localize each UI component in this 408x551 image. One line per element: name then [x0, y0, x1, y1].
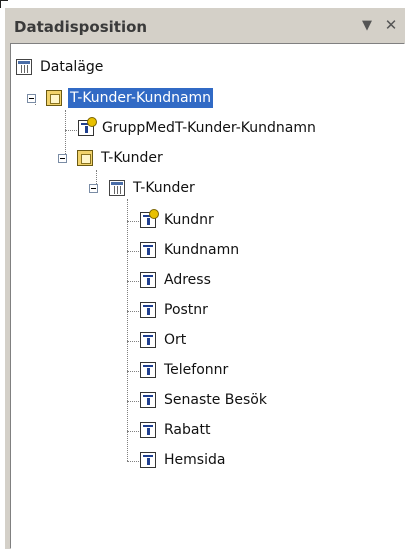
panel-title: Datadisposition [14, 18, 148, 36]
close-icon[interactable]: ✕ [382, 16, 400, 34]
field-icon [140, 452, 156, 468]
field-item[interactable]: Telefonnr [140, 359, 230, 381]
field-item[interactable]: Kundnamn [140, 239, 241, 261]
tree-item-label: GruppMedT-Kunder-Kundnamn [102, 120, 316, 136]
data-tree: Dataläge T-Kunder-Kundnamn GruppMedT-Kun… [10, 43, 405, 549]
field-icon [140, 362, 156, 378]
tree-item-label: Dataläge [40, 59, 104, 75]
data-layout-panel: Datadisposition ▼ ✕ Dataläge T-Kunder-Ku… [5, 8, 405, 549]
field-item[interactable]: Hemsida [140, 449, 227, 471]
tree-connector [127, 199, 128, 461]
field-item[interactable]: Rabatt [140, 419, 212, 441]
tree-item-root[interactable]: Dataläge [16, 56, 105, 78]
field-label: Senaste Besök [164, 392, 267, 408]
field-icon [140, 392, 156, 408]
field-icon [140, 332, 156, 348]
corner-mark [0, 0, 8, 1]
tree-item-query[interactable]: T-Kunder-Kundnamn [46, 87, 214, 109]
field-label: Postnr [164, 302, 208, 318]
panel-menu-button[interactable]: ▼ [358, 16, 376, 34]
field-label: Rabatt [164, 422, 211, 438]
database-icon [16, 59, 32, 75]
tree-item-label: T-Kunder [101, 150, 163, 166]
tree-connector [65, 110, 66, 160]
tree-connector [35, 104, 36, 105]
tree-item-table[interactable]: T-Kunder [109, 177, 197, 199]
tree-item-label: T-Kunder-Kundnamn [68, 88, 214, 108]
collapse-icon[interactable] [27, 94, 36, 103]
group-field-icon [78, 117, 97, 136]
query-icon [77, 150, 93, 166]
field-icon [140, 272, 156, 288]
tree-item-group[interactable]: GruppMedT-Kunder-Kundnamn [78, 117, 318, 139]
field-label: Kundnamn [164, 242, 240, 258]
field-label: Kundnr [164, 212, 214, 228]
collapse-icon[interactable] [58, 154, 67, 163]
field-label: Adress [164, 272, 211, 288]
field-item[interactable]: Senaste Besök [140, 389, 269, 411]
key-icon [149, 209, 159, 219]
query-icon [46, 90, 62, 106]
field-icon [140, 302, 156, 318]
field-icon [140, 422, 156, 438]
field-label: Telefonnr [164, 362, 229, 378]
field-item[interactable]: Kundnr [140, 209, 216, 231]
field-icon [140, 242, 156, 258]
panel-titlebar: Datadisposition ▼ ✕ [5, 8, 405, 40]
key-icon [87, 117, 97, 127]
tree-item-label: T-Kunder [133, 180, 195, 196]
collapse-icon[interactable] [89, 184, 98, 193]
field-label: Ort [164, 332, 187, 348]
table-icon [109, 180, 125, 196]
field-item[interactable]: Ort [140, 329, 188, 351]
field-item[interactable]: Postnr [140, 299, 210, 321]
key-field-icon [140, 209, 159, 228]
tree-item-table-parent[interactable]: T-Kunder [77, 147, 165, 169]
field-label: Hemsida [164, 452, 226, 468]
field-item[interactable]: Adress [140, 269, 213, 291]
corner-mark [0, 0, 1, 8]
